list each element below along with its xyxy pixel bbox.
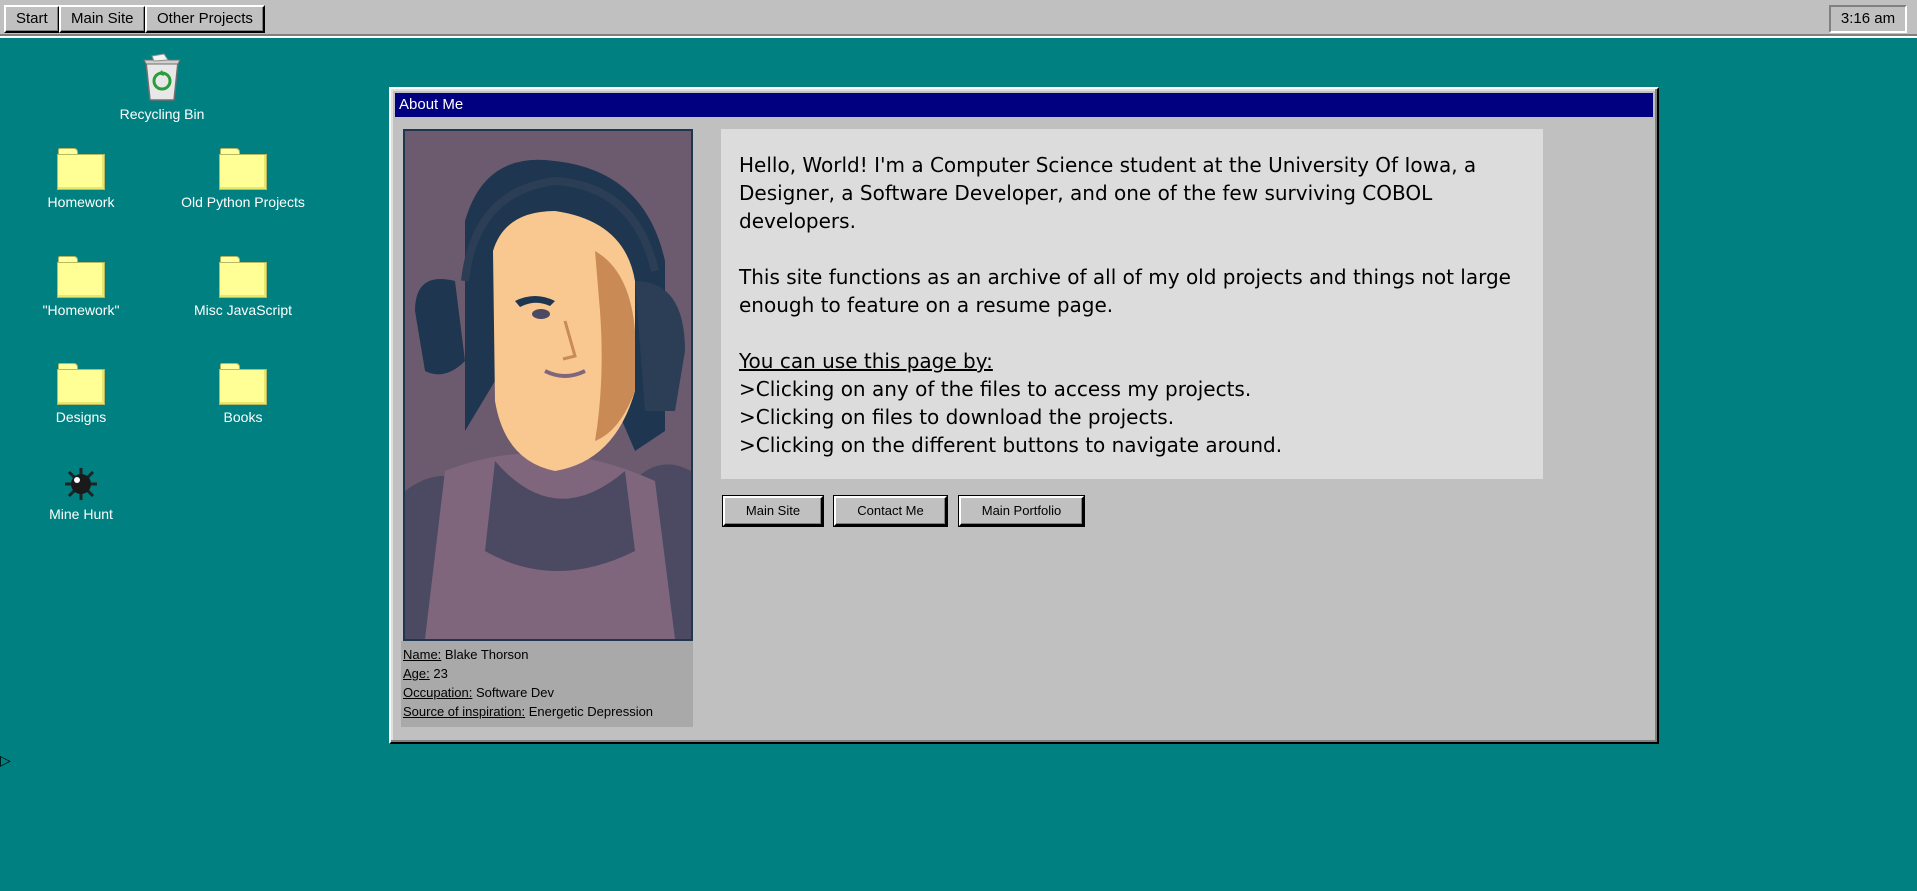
howto-heading: You can use this page by: <box>739 349 993 373</box>
folder-icon <box>57 363 105 405</box>
mine-icon <box>65 468 97 500</box>
start-button[interactable]: Start <box>4 5 60 33</box>
about-me-window: About Me Name: Blake Thorson Age: 23 Occ… <box>389 87 1659 744</box>
folder-label: Books <box>223 409 263 425</box>
howto-item: >Clicking on files to download the proje… <box>739 405 1175 429</box>
occupation-label: Occupation: <box>403 685 473 700</box>
desktop-folder-books[interactable]: Books <box>168 363 318 425</box>
howto-section: You can use this page by: >Clicking on a… <box>739 347 1525 459</box>
folder-label: Old Python Projects <box>181 194 305 210</box>
desktop-icon-recycling-bin[interactable]: Recycling Bin <box>87 52 237 122</box>
desktop-folder-designs[interactable]: Designs <box>6 363 156 425</box>
age-value: 23 <box>433 666 448 681</box>
folder-label: Homework <box>47 194 115 210</box>
folder-label: Designs <box>55 409 107 425</box>
profile-photo <box>403 129 693 641</box>
name-label: Name: <box>403 647 442 662</box>
inspiration-label: Source of inspiration: <box>403 704 526 719</box>
howto-item: >Clicking on any of the files to access … <box>739 377 1252 401</box>
main-site-button[interactable]: Main Site <box>723 496 823 526</box>
recycle-bin-icon <box>143 53 181 101</box>
taskbar: Start Main Site Other Projects 3:16 am <box>0 0 1917 38</box>
folder-icon <box>219 256 267 298</box>
desktop-folder-homework[interactable]: Homework <box>6 148 156 210</box>
cursor-arrow-icon: ▷ <box>0 752 11 768</box>
mine-hunt-label: Mine Hunt <box>49 506 113 522</box>
age-label: Age: <box>403 666 430 681</box>
name-value: Blake Thorson <box>444 647 529 662</box>
howto-item: >Clicking on the different buttons to na… <box>739 433 1283 457</box>
desktop-folder-misc-javascript[interactable]: Misc JavaScript <box>168 256 318 318</box>
about-text: Hello, World! I'm a Computer Science stu… <box>721 129 1543 479</box>
folder-icon <box>57 256 105 298</box>
other-projects-taskbar-button[interactable]: Other Projects <box>145 5 265 33</box>
intro-paragraph: Hello, World! I'm a Computer Science stu… <box>739 153 1477 233</box>
inspiration-value: Energetic Depression <box>528 704 654 719</box>
contact-me-button[interactable]: Contact Me <box>834 496 947 526</box>
main-portfolio-button[interactable]: Main Portfolio <box>959 496 1084 526</box>
folder-label: "Homework" <box>42 302 120 318</box>
recycling-bin-label: Recycling Bin <box>119 106 205 122</box>
archive-paragraph: This site functions as an archive of all… <box>739 265 1511 317</box>
folder-label: Misc JavaScript <box>193 302 293 318</box>
desktop-icon-mine-hunt[interactable]: Mine Hunt <box>6 466 156 522</box>
main-site-taskbar-button[interactable]: Main Site <box>59 5 146 33</box>
folder-icon <box>219 148 267 190</box>
taskbar-clock: 3:16 am <box>1829 5 1907 33</box>
desktop-folder-old-python-projects[interactable]: Old Python Projects <box>168 148 318 210</box>
profile-info: Name: Blake Thorson Age: 23 Occupation: … <box>401 641 693 727</box>
window-title[interactable]: About Me <box>395 93 1653 117</box>
occupation-value: Software Dev <box>476 685 555 700</box>
folder-icon <box>219 363 267 405</box>
folder-icon <box>57 148 105 190</box>
desktop-folder-homework-quoted[interactable]: "Homework" <box>6 256 156 318</box>
